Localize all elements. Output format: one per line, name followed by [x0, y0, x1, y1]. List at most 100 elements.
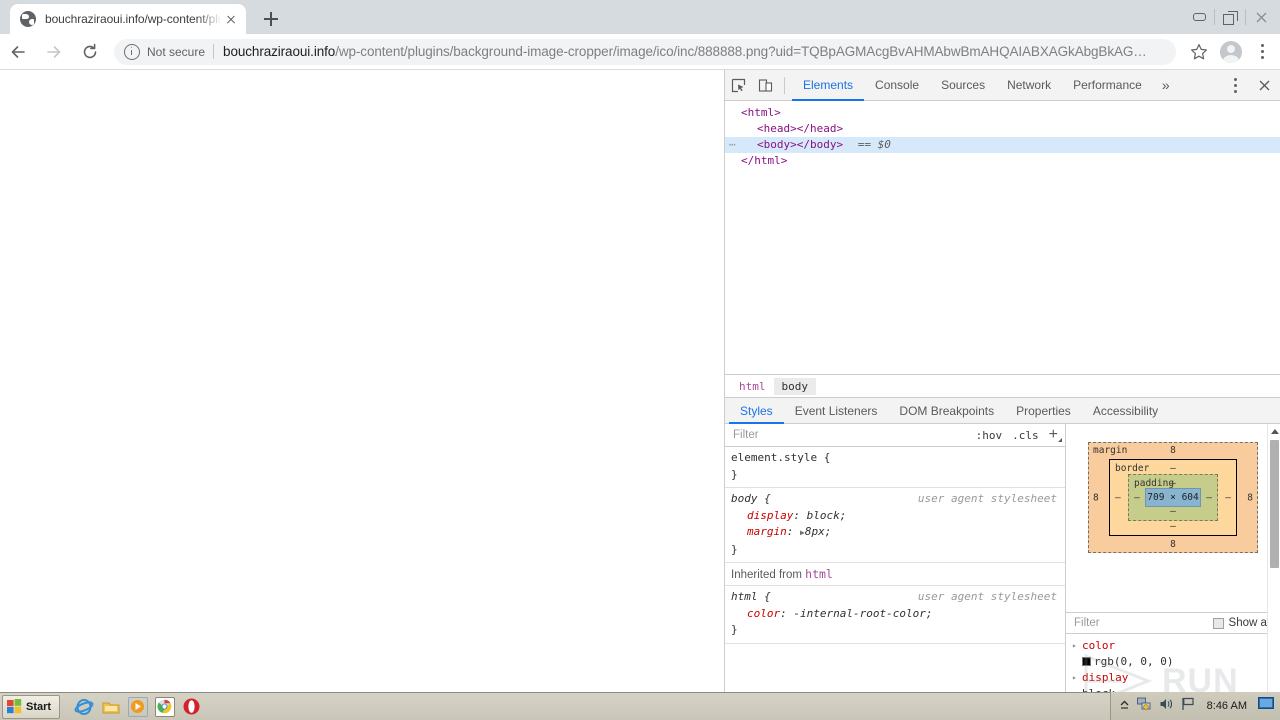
security-flag-icon[interactable]	[1181, 697, 1196, 716]
devtools-settings-button[interactable]	[1221, 71, 1249, 101]
bookmark-star-icon[interactable]	[1184, 37, 1214, 67]
border-bottom-value[interactable]: –	[1170, 521, 1176, 532]
breadcrumb-item-body[interactable]: body	[773, 377, 816, 395]
css-declaration[interactable]: color: -internal-root-color;	[731, 606, 1059, 623]
hov-toggle-button[interactable]: :hov	[971, 429, 1008, 442]
restore-button[interactable]	[1215, 4, 1245, 30]
inherited-label: Inherited from	[731, 569, 802, 581]
padding-left-value[interactable]: –	[1134, 492, 1140, 503]
border-left-value[interactable]: –	[1115, 492, 1121, 503]
close-button[interactable]	[1246, 4, 1276, 30]
tab-network[interactable]: Network	[996, 70, 1062, 101]
tab-performance[interactable]: Performance	[1062, 70, 1153, 101]
box-model-content-size[interactable]: 709 × 604	[1145, 488, 1201, 507]
computed-property-value: rgb(0, 0, 0)	[1072, 654, 1280, 670]
browser-tab[interactable]: bouchraziraoui.info/wp-content/plug	[10, 4, 246, 34]
tab-accessibility[interactable]: Accessibility	[1082, 398, 1169, 424]
margin-right-value[interactable]: 8	[1247, 492, 1253, 503]
dom-node-text: </html>	[741, 154, 788, 167]
divider	[213, 44, 215, 59]
dom-node-head[interactable]: <head></head>	[725, 121, 1280, 137]
styles-filter-input[interactable]: Filter	[733, 429, 971, 441]
margin-bottom-value[interactable]: 8	[1170, 539, 1176, 550]
tab-strip: bouchraziraoui.info/wp-content/plug	[0, 0, 1280, 34]
tab-close-icon[interactable]	[222, 10, 240, 28]
css-rule-html[interactable]: user agent stylesheet html { color: -int…	[725, 586, 1065, 644]
device-toolbar-icon[interactable]	[752, 72, 779, 99]
file-explorer-icon[interactable]	[101, 697, 121, 717]
computed-filter-input[interactable]: Filter	[1074, 617, 1213, 629]
dom-node-html-close[interactable]: </html>	[725, 153, 1280, 169]
padding-top-value[interactable]: –	[1170, 478, 1176, 489]
devtools-close-button[interactable]	[1251, 72, 1278, 99]
box-model-padding[interactable]: padding – – – – 709 × 604	[1128, 474, 1218, 521]
forward-arrow-icon	[47, 45, 61, 58]
tab-dom-breakpoints[interactable]: DOM Breakpoints	[888, 398, 1005, 424]
tab-console[interactable]: Console	[864, 70, 930, 101]
border-top-value[interactable]: –	[1170, 463, 1176, 474]
breadcrumb-item-html[interactable]: html	[731, 378, 774, 395]
network-icon[interactable]	[1136, 697, 1152, 716]
new-style-rule-button[interactable]: +	[1044, 427, 1065, 443]
show-hidden-icons-chevron[interactable]	[1119, 697, 1130, 715]
clock-time[interactable]: 8:46 AM	[1207, 700, 1247, 712]
media-player-icon[interactable]	[128, 696, 149, 717]
scrollbar-thumb[interactable]	[1270, 440, 1279, 568]
padding-right-value[interactable]: –	[1206, 492, 1212, 503]
cls-toggle-button[interactable]: .cls	[1007, 429, 1044, 442]
box-model-border-label: border	[1115, 463, 1150, 474]
show-all-toggle[interactable]: Show all	[1212, 617, 1272, 629]
dom-expand-dots[interactable]: ⋯	[729, 137, 737, 153]
dot	[1233, 84, 1237, 87]
tab-title: bouchraziraoui.info/wp-content/plug	[45, 12, 222, 26]
internet-explorer-icon[interactable]	[74, 697, 94, 717]
checkbox-icon[interactable]	[1212, 617, 1224, 629]
address-bar[interactable]: Not secure bouchraziraoui.info/wp-conten…	[114, 38, 1176, 65]
inherited-source[interactable]: html	[805, 567, 833, 581]
display-icon[interactable]	[1258, 697, 1274, 715]
system-tray: 8:46 AM	[1109, 692, 1280, 720]
profile-avatar[interactable]	[1220, 40, 1242, 63]
color-swatch-icon[interactable]	[1082, 657, 1091, 666]
new-tab-button[interactable]	[258, 6, 284, 32]
dom-node-html-open[interactable]: <html>	[725, 105, 1280, 121]
dom-node-body[interactable]: ⋯ <body></body> == $0	[725, 137, 1280, 153]
padding-bottom-value[interactable]: –	[1170, 506, 1176, 517]
css-rule-element-style[interactable]: element.style { }	[725, 447, 1065, 488]
dom-tree[interactable]: <html> <head></head> ⋯ <body></body> == …	[725, 101, 1280, 374]
box-model-margin[interactable]: margin 8 8 8 8 border – – – – padding – …	[1088, 442, 1258, 553]
box-model-border[interactable]: border – – – – padding – – – – 709 × 604	[1109, 459, 1237, 536]
chrome-menu-button[interactable]	[1248, 37, 1276, 67]
inspect-element-icon[interactable]	[725, 72, 752, 99]
reload-button[interactable]	[72, 34, 108, 70]
css-selector: element.style {	[731, 451, 831, 464]
tab-event-listeners[interactable]: Event Listeners	[784, 398, 889, 424]
margin-left-value[interactable]: 8	[1093, 492, 1099, 503]
box-model-padding-label: padding	[1134, 478, 1175, 489]
minimize-button[interactable]	[1184, 4, 1214, 30]
chrome-icon[interactable]	[155, 696, 176, 717]
tab-elements[interactable]: Elements	[792, 70, 864, 101]
border-right-value[interactable]: –	[1225, 492, 1231, 503]
margin-top-value[interactable]: 8	[1170, 445, 1176, 456]
tab-styles[interactable]: Styles	[729, 398, 784, 424]
start-button[interactable]: Start	[2, 694, 61, 719]
computed-scrollbar[interactable]	[1267, 424, 1280, 720]
computed-property-name[interactable]: color	[1072, 638, 1280, 654]
back-button[interactable]	[0, 34, 36, 70]
css-declaration[interactable]: margin: ▶8px;	[731, 524, 1059, 542]
security-status-label: Not secure	[147, 44, 206, 59]
windows-logo-icon	[7, 699, 22, 714]
tab-properties[interactable]: Properties	[1005, 398, 1082, 424]
more-tabs-button[interactable]: »	[1153, 77, 1179, 93]
computed-property-name[interactable]: display	[1072, 670, 1280, 686]
volume-icon[interactable]	[1159, 697, 1174, 716]
tab-sources[interactable]: Sources	[930, 70, 996, 101]
css-declaration[interactable]: display: block;	[731, 508, 1059, 525]
info-circle-icon[interactable]	[124, 43, 140, 60]
scrollbar-up-arrow-icon[interactable]	[1271, 429, 1279, 434]
forward-button[interactable]	[36, 34, 72, 70]
opera-icon[interactable]	[182, 697, 202, 717]
css-property-colon: :	[780, 606, 794, 620]
css-rule-body[interactable]: user agent stylesheet body { display: bl…	[725, 488, 1065, 563]
